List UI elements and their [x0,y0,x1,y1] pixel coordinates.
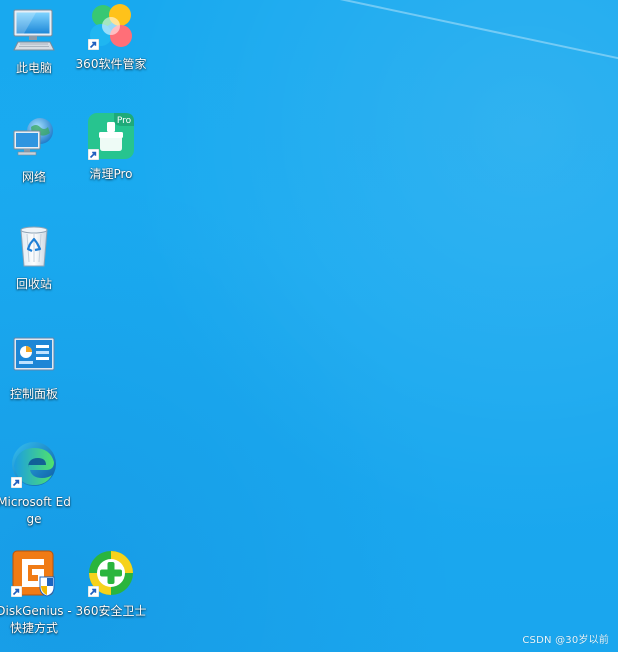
recycle-bin-icon [10,222,58,270]
desktop-icon-recycle-bin[interactable]: 回收站 [0,222,72,293]
shortcut-arrow-icon [11,477,22,488]
shortcut-arrow-icon [11,586,22,597]
desktop-icon-microsoft-edge[interactable]: Microsoft Edge [0,440,72,528]
shortcut-arrow-icon [88,586,99,597]
desktop-icon-network[interactable]: 网络 [0,115,72,186]
icon-label: 此电脑 [15,61,52,75]
pro-badge: Pro [117,116,132,126]
icon-label: 清理Pro [89,167,133,181]
network-icon [10,115,58,163]
desktop-icon-diskgenius[interactable]: DiskGenius - 快捷方式 [0,549,72,637]
computer-icon [10,6,58,54]
diskgenius-icon [10,549,58,597]
desktop-icon-cleaner-pro[interactable]: Pro 清理Pro [73,112,149,183]
desktop-icon-360-security[interactable]: 360安全卫士 [73,549,149,620]
360-software-manager-icon [87,2,135,50]
icon-label: Microsoft Edge [0,495,71,526]
control-panel-icon [10,332,58,380]
desktop[interactable]: 此电脑 360软件管家 网络 Pro 清理Pro 回收站 控制面板 Micros… [0,0,618,652]
desktop-icon-360-software-manager[interactable]: 360软件管家 [73,2,149,73]
icon-label: 控制面板 [9,387,58,401]
icon-label: DiskGenius - 快捷方式 [0,604,72,635]
desktop-icon-control-panel[interactable]: 控制面板 [0,332,72,403]
icon-label: 360软件管家 [75,57,147,71]
icon-label: 360安全卫士 [75,604,147,618]
edge-icon [10,440,58,488]
desktop-icon-this-pc[interactable]: 此电脑 [0,6,72,77]
360-security-icon [87,549,135,597]
shortcut-arrow-icon [88,149,99,160]
icon-label: 网络 [21,170,46,184]
icon-label: 回收站 [15,277,52,291]
shortcut-arrow-icon [88,39,99,50]
csdn-watermark: CSDN @30岁以前 [522,635,609,646]
cleaner-pro-icon: Pro [87,112,135,160]
